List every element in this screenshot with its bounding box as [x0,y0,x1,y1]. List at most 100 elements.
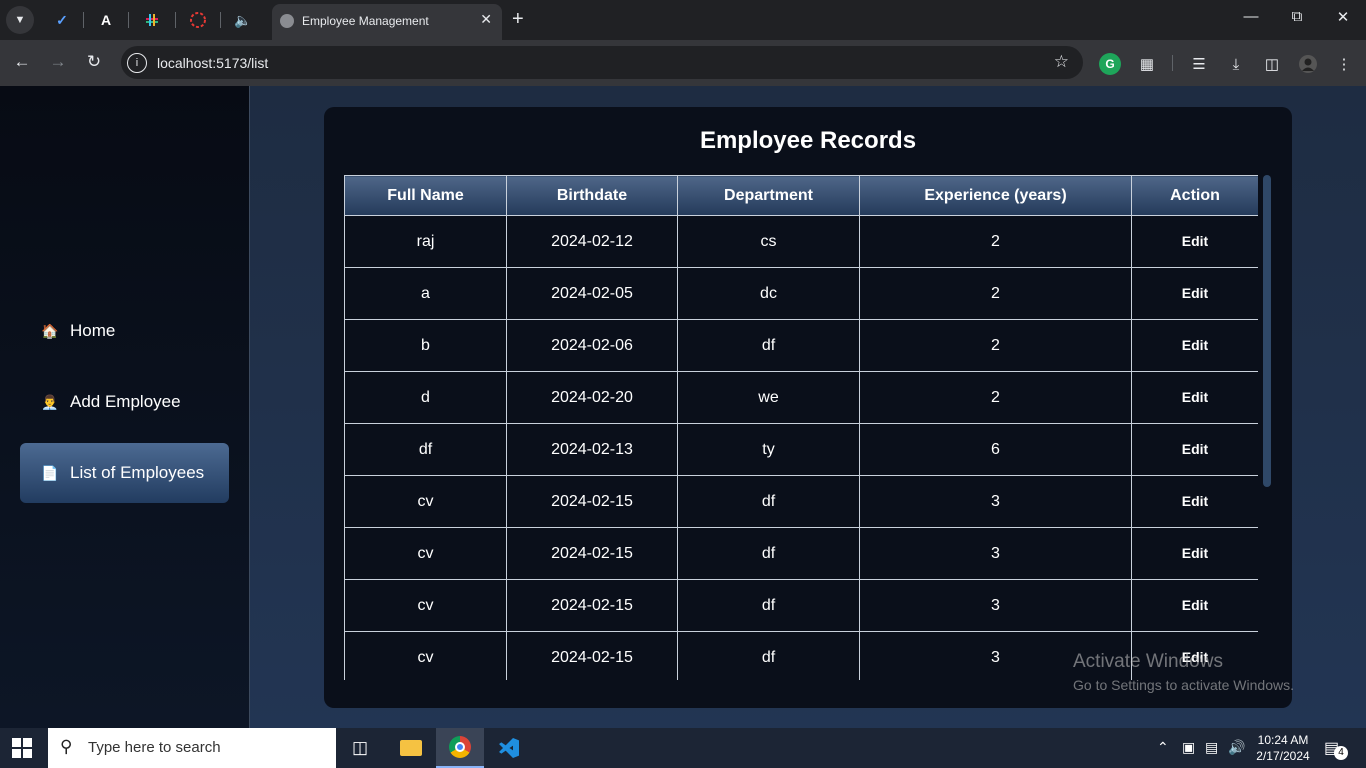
task-view-icon[interactable]: ◫ [336,728,384,768]
tab-divider [175,12,176,28]
restore-icon[interactable]: ⧉ [1282,8,1312,25]
tab-search-chevron-icon[interactable]: ▼ [6,6,34,34]
slack-icon[interactable] [140,8,164,32]
cell-birthdate: 2024-02-15 [506,631,678,680]
cell-action: Edit [1131,215,1258,268]
menu-kebab-icon[interactable]: ⋮ [1333,53,1355,75]
table-row: d 2024-02-20 we 2 Edit [344,371,1258,424]
edit-button[interactable]: Edit [1182,493,1208,509]
cell-full-name: cv [344,579,507,632]
tab-divider [83,12,84,28]
search-placeholder: Type here to search [88,739,221,756]
table-row: df 2024-02-13 ty 6 Edit [344,423,1258,476]
sidebar-item-add-employee[interactable]: 👨‍💼 Add Employee [20,372,229,432]
employee-records-card: Employee Records Full Name Birthdate Dep… [324,107,1292,708]
browser-toolbar: ← → ↻ i localhost:5173/list ☆ G ▦ ☰ ⤓ ◫ … [0,40,1366,86]
speaker-icon[interactable]: 🔈 [231,8,255,32]
cell-full-name: d [344,371,507,424]
reload-icon[interactable]: ↻ [82,52,106,72]
cell-birthdate: 2024-02-20 [506,371,678,424]
cell-action: Edit [1131,267,1258,320]
url-text[interactable]: localhost:5173/list [157,55,268,71]
cell-birthdate: 2024-02-06 [506,319,678,372]
table-row: a 2024-02-05 dc 2 Edit [344,267,1258,320]
meet-now-icon[interactable]: ▣ [1182,739,1195,756]
volume-icon[interactable]: 🔊 [1228,739,1245,756]
column-header-experience: Experience (years) [859,175,1132,216]
sidebar-item-list-of-employees[interactable]: 📄 List of Employees [20,443,229,503]
close-window-icon[interactable]: ✕ [1328,8,1358,26]
network-icon[interactable]: ▤ [1205,739,1218,756]
record-icon[interactable] [186,8,210,32]
cell-experience: 3 [859,527,1132,580]
bookmark-star-icon[interactable]: ☆ [1054,52,1069,72]
sidebar-item-label: Home [70,321,116,340]
column-header-birthdate: Birthdate [506,175,678,216]
edit-button[interactable]: Edit [1182,389,1208,405]
tab-divider [128,12,129,28]
taskbar-search-box[interactable]: ⚲ Type here to search [48,728,336,768]
edit-button[interactable]: Edit [1182,285,1208,301]
search-icon: ⚲ [60,737,73,756]
system-clock[interactable]: 10:24 AM 2/17/2024 [1248,732,1318,764]
employee-table-scroll[interactable]: Full Name Birthdate Department Experienc… [344,175,1258,680]
cell-department: df [677,475,860,528]
todo-check-icon[interactable]: ✓ [50,8,74,32]
site-info-icon[interactable]: i [127,53,147,73]
media-control-icon[interactable]: ☰ [1188,53,1210,75]
globe-icon [280,14,294,28]
sidebar-item-home[interactable]: 🏠 Home [20,301,229,361]
cell-full-name: b [344,319,507,372]
cell-experience: 2 [859,215,1132,268]
table-row: raj 2024-02-12 cs 2 Edit [344,215,1258,268]
edit-button[interactable]: Edit [1182,441,1208,457]
address-bar[interactable]: i localhost:5173/list ☆ [121,46,1083,79]
watermark-title: Activate Windows [1073,651,1223,672]
file-explorer-icon[interactable] [387,728,435,768]
table-header-row: Full Name Birthdate Department Experienc… [344,175,1258,216]
notification-center-icon[interactable]: ▤ 4 [1324,738,1348,760]
sidebar-item-label: Add Employee [70,392,181,411]
profile-avatar-icon[interactable] [1297,53,1319,75]
cell-department: df [677,319,860,372]
tab-employee-management[interactable]: Employee Management ✕ [272,4,502,40]
cell-action: Edit [1131,371,1258,424]
side-panel-icon[interactable]: ◫ [1261,53,1283,75]
download-icon[interactable]: ⤓ [1225,53,1247,75]
cell-birthdate: 2024-02-15 [506,475,678,528]
cell-experience: 2 [859,319,1132,372]
table-scrollbar[interactable] [1263,175,1271,487]
a-icon[interactable]: A [94,8,118,32]
table-row: cv 2024-02-15 df 3 Edit [344,475,1258,528]
forward-arrow-icon[interactable]: → [46,52,70,72]
show-hidden-icons-chevron-icon[interactable]: ⌃ [1157,739,1169,756]
cell-full-name: cv [344,527,507,580]
chrome-icon[interactable] [436,728,484,768]
column-header-action: Action [1131,175,1258,216]
cell-full-name: cv [344,631,507,680]
clock-time: 10:24 AM [1257,733,1309,747]
minimize-icon[interactable]: — [1236,8,1266,25]
table-row: cv 2024-02-15 df 3 Edit [344,579,1258,632]
activate-windows-watermark: Activate Windows Go to Settings to activ… [1073,651,1294,693]
back-arrow-icon[interactable]: ← [10,52,34,72]
edit-button[interactable]: Edit [1182,597,1208,613]
cell-experience: 6 [859,423,1132,476]
new-tab-plus-icon[interactable]: + [512,8,524,31]
edit-button[interactable]: Edit [1182,337,1208,353]
cell-full-name: cv [344,475,507,528]
vscode-icon[interactable] [485,728,533,768]
close-tab-icon[interactable]: ✕ [480,11,492,28]
cell-experience: 3 [859,579,1132,632]
browser-tab-bar: ▼ ✓ A 🔈 Employee Management ✕ + — ⧉ ✕ [0,0,1366,40]
edit-button[interactable]: Edit [1182,233,1208,249]
cell-department: we [677,371,860,424]
watermark-subtitle: Go to Settings to activate Windows. [1073,677,1294,693]
grammarly-icon[interactable]: G [1099,53,1121,75]
edit-button[interactable]: Edit [1182,545,1208,561]
windows-start-icon[interactable] [12,738,34,758]
cell-birthdate: 2024-02-12 [506,215,678,268]
home-icon: 🏠 [41,322,59,339]
extensions-puzzle-icon[interactable]: ▦ [1136,53,1158,75]
clock-date: 2/17/2024 [1256,749,1310,763]
